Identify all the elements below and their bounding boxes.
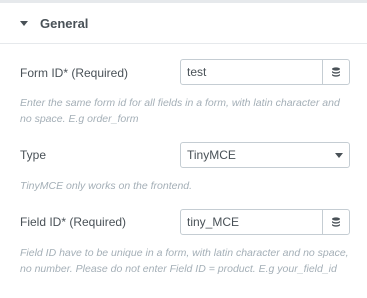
- field-id-input[interactable]: tiny_MCE: [181, 210, 322, 234]
- database-icon: [332, 66, 340, 77]
- type-help: TinyMCE only works on the frontend.: [20, 180, 193, 192]
- form-id-input[interactable]: test: [181, 60, 322, 84]
- form-id-help: Enter the same form id for all fields in…: [20, 97, 340, 125]
- type-select-value[interactable]: TinyMCE: [181, 143, 349, 167]
- section-title: General: [40, 16, 89, 31]
- section-header-general[interactable]: General: [0, 3, 367, 44]
- database-icon: [332, 216, 340, 227]
- dynamic-tags-button[interactable]: [322, 210, 349, 234]
- type-select[interactable]: TinyMCE: [180, 142, 350, 168]
- field-id-field[interactable]: tiny_MCE: [180, 209, 350, 235]
- dynamic-tags-button[interactable]: [322, 60, 349, 84]
- form-id-label: Form ID* (Required): [20, 66, 129, 80]
- chevron-down-icon[interactable]: [335, 153, 343, 158]
- form-id-field[interactable]: test: [180, 59, 350, 85]
- field-id-label: Field ID* (Required): [20, 215, 127, 229]
- field-id-help: Field ID have to be unique in a form, wi…: [20, 247, 349, 275]
- type-label: Type: [20, 148, 47, 162]
- controls-panel: Form ID* (Required) test Enter the same …: [0, 44, 367, 298]
- caret-down-icon[interactable]: [20, 21, 28, 26]
